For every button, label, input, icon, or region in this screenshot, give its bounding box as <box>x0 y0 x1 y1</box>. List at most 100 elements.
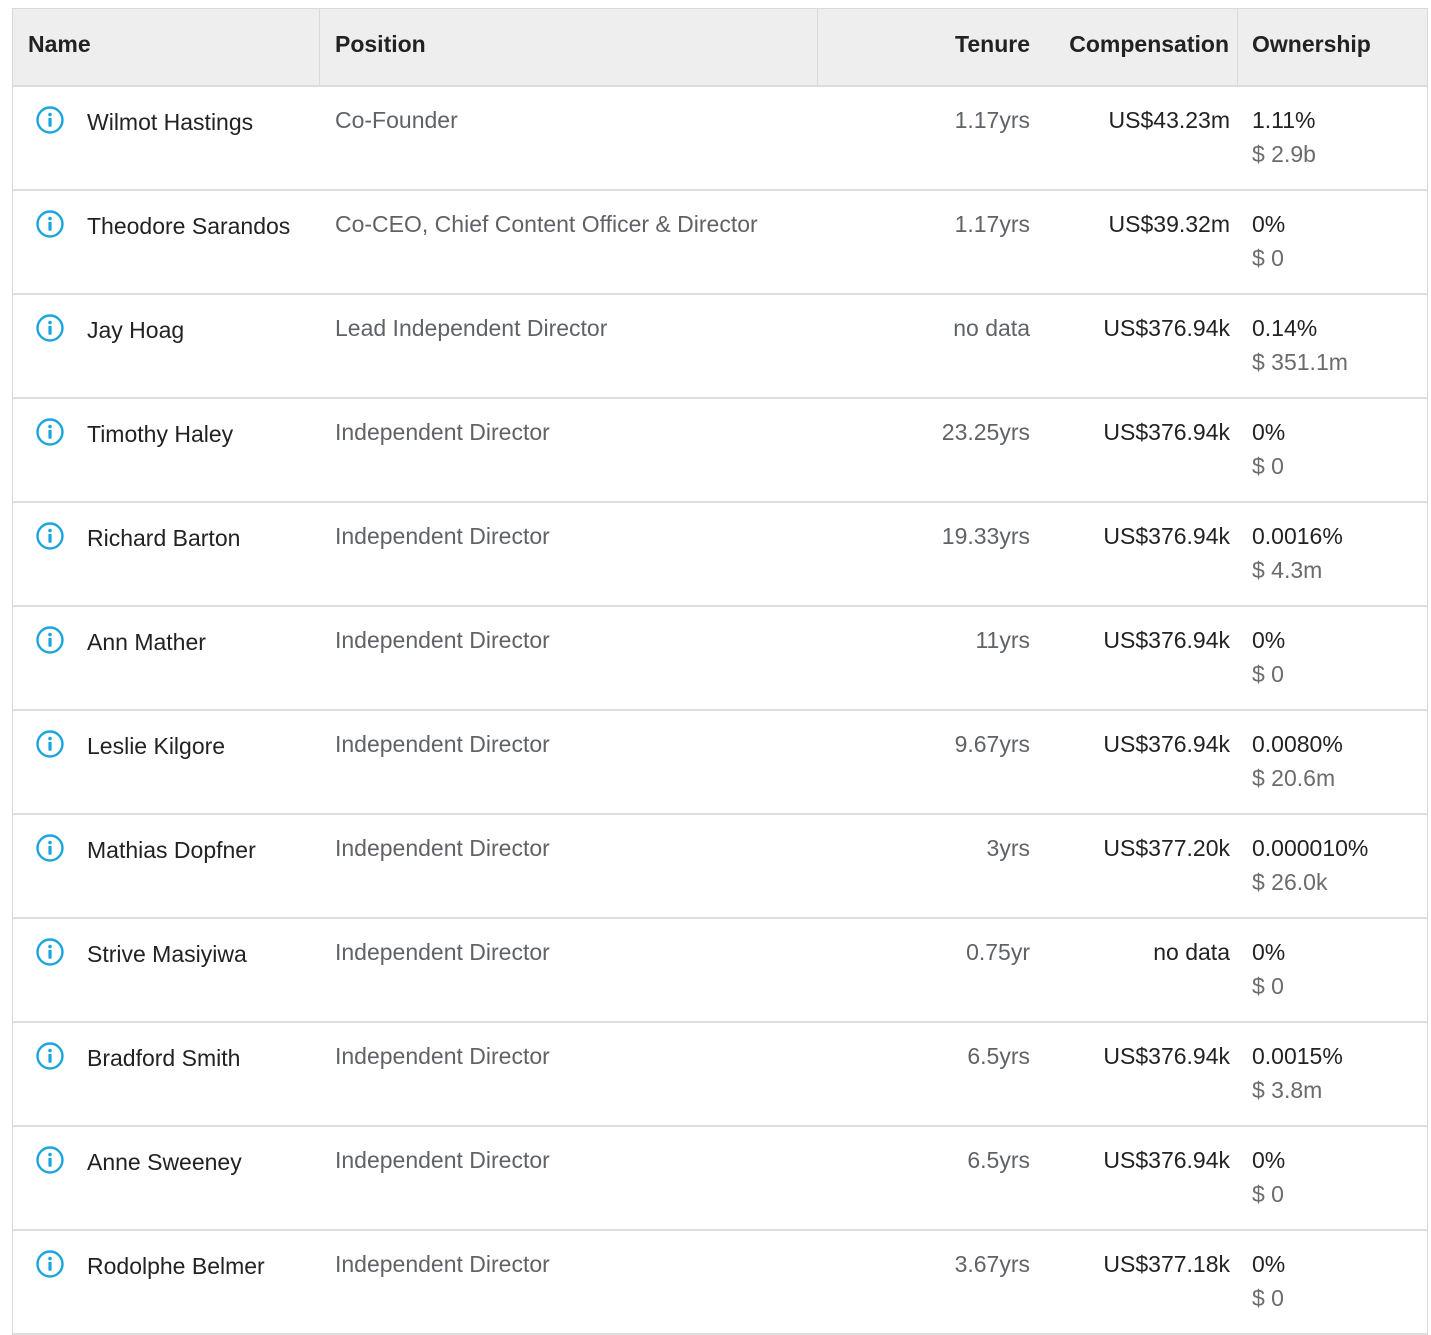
info-circle-icon[interactable] <box>35 1041 65 1071</box>
table-row: Bradford Smith Independent Director 6.5yrs… <box>13 1023 1427 1127</box>
info-circle-icon[interactable] <box>35 729 65 759</box>
member-position: Independent Director <box>335 1043 550 1069</box>
member-name[interactable]: Timothy Haley <box>87 419 233 449</box>
info-circle-icon[interactable] <box>35 833 65 863</box>
member-ownership: 0% $ 0 <box>1238 607 1427 709</box>
member-tenure: no data <box>953 315 1030 341</box>
ownership-percent: 0% <box>1252 211 1286 237</box>
member-name[interactable]: Leslie Kilgore <box>87 731 225 761</box>
member-ownership: 0% $ 0 <box>1238 919 1427 1021</box>
table-row: Mathias Dopfner Independent Director 3yrs U… <box>13 815 1427 919</box>
info-circle-icon[interactable] <box>35 625 65 655</box>
column-header-tenure[interactable]: Tenure <box>818 9 1040 85</box>
member-name-cell: Ann Mather <box>13 607 320 709</box>
info-circle-icon[interactable] <box>35 1145 65 1175</box>
member-name[interactable]: Anne Sweeney <box>87 1147 242 1177</box>
table-row: Timothy Haley Independent Director 23.25yr… <box>13 399 1427 503</box>
table-row: Wilmot Hastings Co-Founder 1.17yrs US$43.23… <box>13 87 1427 191</box>
member-position: Independent Director <box>335 523 550 549</box>
ownership-percent: 0.0016% <box>1252 523 1343 549</box>
ownership-value: $ 0 <box>1252 972 1284 999</box>
member-tenure: 19.33yrs <box>941 523 1030 549</box>
member-compensation: US$376.94k <box>1103 419 1230 445</box>
column-header-ownership[interactable]: Ownership <box>1238 9 1427 85</box>
member-compensation: US$39.32m <box>1108 211 1230 237</box>
member-name[interactable]: Theodore Sarandos <box>87 211 290 241</box>
member-name[interactable]: Jay Hoag <box>87 315 184 345</box>
info-circle-icon[interactable] <box>35 937 65 967</box>
info-circle-icon[interactable] <box>35 417 65 447</box>
member-compensation: US$376.94k <box>1103 731 1230 757</box>
member-compensation: US$376.94k <box>1103 523 1230 549</box>
member-tenure: 1.17yrs <box>954 211 1030 237</box>
member-name-cell: Anne Sweeney <box>13 1127 320 1229</box>
member-position: Co-Founder <box>335 107 458 133</box>
member-ownership: 0.0016% $ 4.3m <box>1238 503 1427 605</box>
member-tenure: 23.25yrs <box>941 419 1030 445</box>
member-ownership: 0.000010% $ 26.0k <box>1238 815 1427 917</box>
member-name[interactable]: Wilmot Hastings <box>87 107 253 137</box>
ownership-value: $ 4.3m <box>1252 556 1323 583</box>
ownership-percent: 0.0015% <box>1252 1043 1343 1069</box>
table-row: Strive Masiyiwa Independent Director 0.75y… <box>13 919 1427 1023</box>
member-name[interactable]: Mathias Dopfner <box>87 835 256 865</box>
ownership-value: $ 0 <box>1252 660 1284 687</box>
member-tenure: 0.75yr <box>966 939 1030 965</box>
member-ownership: 0% $ 0 <box>1238 399 1427 501</box>
table-body: Wilmot Hastings Co-Founder 1.17yrs US$43.23… <box>13 87 1427 1335</box>
member-name[interactable]: Rodolphe Belmer <box>87 1251 265 1281</box>
member-ownership: 1.11% $ 2.9b <box>1238 87 1427 189</box>
member-name-cell: Theodore Sarandos <box>13 191 320 293</box>
table-row: Jay Hoag Lead Independent Director no data… <box>13 295 1427 399</box>
info-circle-icon[interactable] <box>35 313 65 343</box>
ownership-value: $ 351.1m <box>1252 348 1348 375</box>
ownership-value: $ 3.8m <box>1252 1076 1323 1103</box>
member-name[interactable]: Bradford Smith <box>87 1043 240 1073</box>
info-circle-icon[interactable] <box>35 209 65 239</box>
ownership-value: $ 20.6m <box>1252 764 1336 791</box>
member-tenure: 9.67yrs <box>954 731 1030 757</box>
member-name-cell: Strive Masiyiwa <box>13 919 320 1021</box>
table-row: Ann Mather Independent Director 11yrs US$37… <box>13 607 1427 711</box>
table-row: Anne Sweeney Independent Director 6.5yrs US… <box>13 1127 1427 1231</box>
ownership-percent: 0% <box>1252 939 1286 965</box>
member-name[interactable]: Richard Barton <box>87 523 240 553</box>
member-tenure: 6.5yrs <box>967 1043 1030 1069</box>
member-position: Independent Director <box>335 1251 550 1277</box>
member-name-cell: Richard Barton <box>13 503 320 605</box>
ownership-value: $ 0 <box>1252 1284 1284 1311</box>
ownership-percent: 0% <box>1252 1147 1286 1173</box>
ownership-percent: 0.0080% <box>1252 731 1343 757</box>
member-tenure: 6.5yrs <box>967 1147 1030 1173</box>
member-name[interactable]: Strive Masiyiwa <box>87 939 247 969</box>
ownership-percent: 0.14% <box>1252 315 1318 341</box>
ownership-percent: 0% <box>1252 419 1286 445</box>
column-header-compensation[interactable]: Compensation <box>1040 9 1238 85</box>
member-position: Independent Director <box>335 419 550 445</box>
member-position: Independent Director <box>335 835 550 861</box>
member-ownership: 0.0015% $ 3.8m <box>1238 1023 1427 1125</box>
info-circle-icon[interactable] <box>35 521 65 551</box>
table-row: Theodore Sarandos Co-CEO, Chief Content O… <box>13 191 1427 295</box>
member-tenure: 3.67yrs <box>954 1251 1030 1277</box>
member-compensation: US$376.94k <box>1103 627 1230 653</box>
ownership-value: $ 0 <box>1252 244 1284 271</box>
member-tenure: 3yrs <box>986 835 1030 861</box>
column-header-position[interactable]: Position <box>320 9 818 85</box>
info-circle-icon[interactable] <box>35 1249 65 1279</box>
member-name-cell: Jay Hoag <box>13 295 320 397</box>
member-name[interactable]: Ann Mather <box>87 627 206 657</box>
member-name-cell: Bradford Smith <box>13 1023 320 1125</box>
info-circle-icon[interactable] <box>35 105 65 135</box>
ownership-value: $ 0 <box>1252 1180 1284 1207</box>
member-ownership: 0.0080% $ 20.6m <box>1238 711 1427 813</box>
member-name-cell: Leslie Kilgore <box>13 711 320 813</box>
member-position: Independent Director <box>335 627 550 653</box>
column-header-name[interactable]: Name <box>13 9 320 85</box>
member-ownership: 0% $ 0 <box>1238 1231 1427 1333</box>
board-members-table: Name Position Tenure Compensation Owners… <box>12 8 1428 1335</box>
member-name-cell: Mathias Dopfner <box>13 815 320 917</box>
member-position: Independent Director <box>335 939 550 965</box>
member-tenure: 1.17yrs <box>954 107 1030 133</box>
member-compensation: US$376.94k <box>1103 1043 1230 1069</box>
